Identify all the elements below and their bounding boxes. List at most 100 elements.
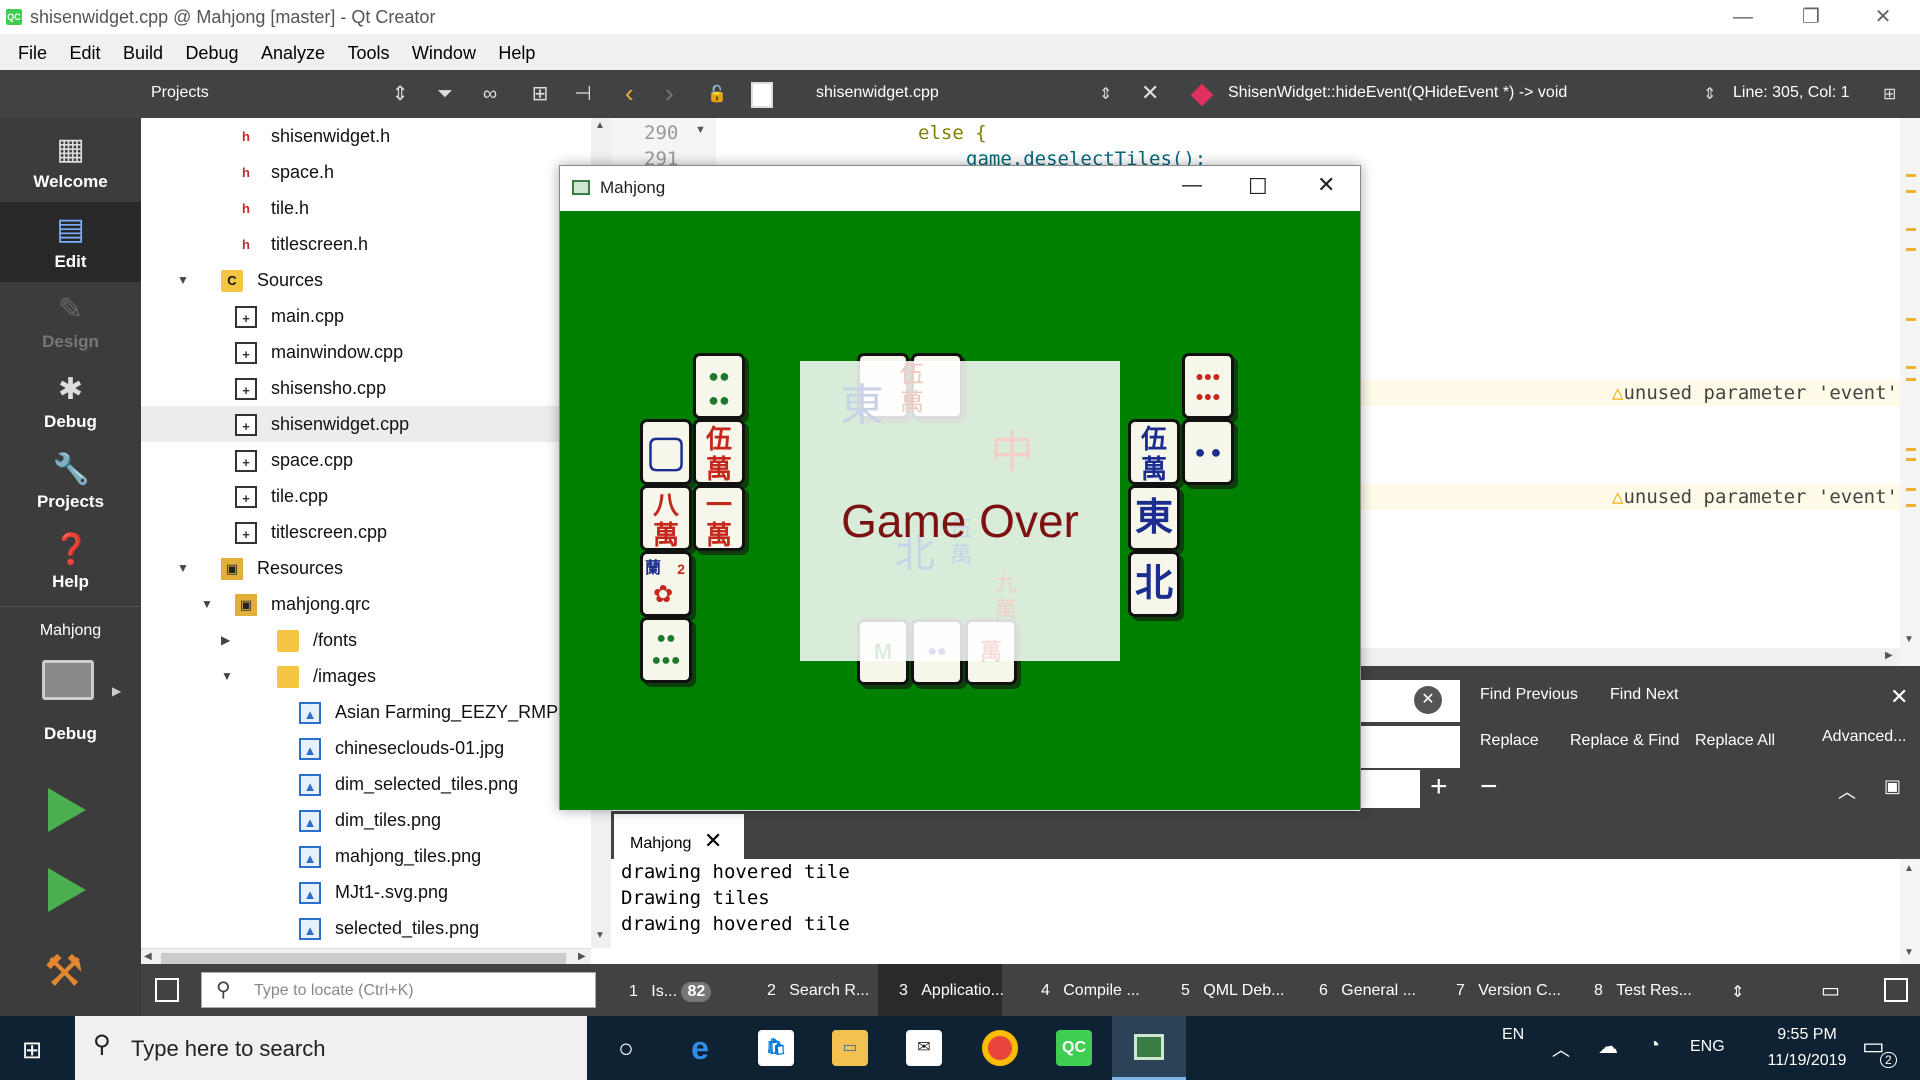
tile-wu-wan[interactable]: 伍 萬 (1128, 419, 1180, 485)
clock-time[interactable]: 9:55 PM (1752, 1026, 1862, 1044)
tile-ba-wan[interactable]: 八 萬 (640, 485, 692, 551)
current-file[interactable]: shisenwidget.cpp (816, 84, 939, 102)
onedrive-icon[interactable]: ☁ (1598, 1034, 1618, 1059)
tree-item[interactable]: ▼ ▣ Resources (141, 550, 591, 586)
menu-analyze[interactable]: Analyze (261, 34, 325, 64)
split-icon[interactable]: ⊞ (526, 80, 554, 108)
find-previous-button[interactable]: Find Previous (1480, 686, 1578, 704)
qt-creator-taskbar-icon[interactable]: QC (1056, 1030, 1092, 1066)
output-scrollbar[interactable]: ▲ ▼ (1900, 859, 1920, 964)
close-find-icon[interactable]: ✕ (1890, 684, 1908, 710)
run-icon[interactable] (48, 788, 86, 832)
mahjong-maximize-icon[interactable]: ☐ (1248, 174, 1268, 200)
tree-item[interactable]: + space.cpp (141, 442, 591, 478)
progress-details-icon[interactable]: ▭ (1821, 978, 1840, 1003)
menu-help[interactable]: Help (498, 34, 535, 64)
expanded-arrow-icon[interactable]: ▼ (177, 550, 189, 586)
advanced-button[interactable]: Advanced... (1822, 728, 1907, 746)
file-dropdown-icon[interactable]: ⇕ (1099, 84, 1112, 104)
tree-item[interactable]: ▶ /fonts (141, 622, 591, 658)
toggle-sidebar-icon[interactable] (155, 978, 179, 1002)
toggle-right-sidebar-icon[interactable] (1884, 978, 1908, 1002)
replace-all-button[interactable]: Replace All (1695, 732, 1775, 750)
link-icon[interactable]: ∞ (476, 80, 504, 108)
mail-icon[interactable]: ✉ (906, 1030, 942, 1066)
pane-issues[interactable]: 1 Is... 82 (629, 982, 712, 1002)
hide-pane-icon[interactable]: ▣ (1884, 776, 1901, 797)
mode-edit[interactable]: ▤ Edit (0, 202, 141, 282)
maximize-pane-icon[interactable]: ︿ (1838, 778, 1856, 804)
tile-east[interactable]: 東 (1128, 485, 1180, 551)
mode-debug[interactable]: ✱ Debug (0, 362, 141, 442)
tree-item[interactable]: ▲ MJt1-.svg.png (141, 874, 591, 910)
pane-version-control[interactable]: 7 Version C... (1456, 982, 1561, 1000)
mode-help[interactable]: ❓ Help (0, 522, 141, 602)
tree-item[interactable]: ▲ dim_tiles.png (141, 802, 591, 838)
menu-debug[interactable]: Debug (185, 34, 238, 64)
tree-item[interactable]: ▼ ▣ mahjong.qrc (141, 586, 591, 622)
panes-scroll-icon[interactable]: ⇕ (1731, 982, 1744, 1002)
game-board[interactable]: ●● ●● ▢ 伍 萬 八 萬 一 萬 蘭 2 ✿ ●● ●●● ●●● ●●●… (560, 211, 1360, 810)
menu-window[interactable]: Window (412, 34, 476, 64)
forward-arrow-icon[interactable]: › (665, 78, 674, 109)
menu-tools[interactable]: Tools (347, 34, 389, 64)
fold-arrow-icon[interactable]: ▼ (695, 124, 706, 136)
language-indicator[interactable]: EN (1502, 1026, 1524, 1044)
close-tab-icon[interactable]: ✕ (704, 828, 722, 853)
tree-item[interactable]: ▲ Asian Farming_EEZY_RMPL-01 (141, 694, 591, 730)
tree-item[interactable]: ▲ dim_selected_tiles.png (141, 766, 591, 802)
output-filter-input[interactable] (1360, 770, 1420, 808)
tree-item[interactable]: + shisensho.cpp (141, 370, 591, 406)
symbol-selector[interactable]: ShisenWidget::hideEvent(QHideEvent *) ->… (1228, 84, 1567, 102)
keyboard-language[interactable]: ENG (1690, 1038, 1725, 1056)
tile-dots[interactable]: ●● ●● (693, 353, 745, 419)
tree-item[interactable]: ▼ C Sources (141, 262, 591, 298)
clear-find-icon[interactable]: ✕ (1414, 686, 1442, 714)
tile-blank[interactable]: ▢ (640, 419, 692, 485)
pane-test-results[interactable]: 8 Test Res... (1594, 982, 1692, 1000)
filter-icon[interactable]: ⏷ (431, 80, 459, 108)
pane-application-output[interactable]: 3 Applicatio... (899, 982, 1004, 1000)
tile-dots[interactable]: ● ● (1182, 419, 1234, 485)
split-editor-icon[interactable]: ⊞ (1883, 84, 1896, 104)
locator-input[interactable]: ⚲ Type to locate (Ctrl+K) (201, 972, 596, 1008)
tile-flower-lan[interactable]: 蘭 2 ✿ (640, 551, 692, 617)
mahjong-taskbar-button[interactable] (1112, 1016, 1186, 1080)
menu-build[interactable]: Build (123, 34, 163, 64)
find-input[interactable] (1360, 680, 1460, 722)
clock-date[interactable]: 11/19/2019 (1742, 1052, 1872, 1070)
mode-projects[interactable]: 🔧 Projects (0, 442, 141, 522)
close-document-icon[interactable]: ✕ (1141, 80, 1159, 106)
tile-dots[interactable]: ●● ●●● (640, 617, 692, 683)
build-hammer-icon[interactable]: ⚒ (44, 946, 83, 997)
replace-input[interactable] (1360, 726, 1460, 768)
tree-item[interactable]: h shisenwidget.h (141, 118, 591, 154)
plus-icon[interactable]: + (1430, 770, 1448, 804)
file-explorer-icon[interactable]: ▭ (832, 1030, 868, 1066)
mahjong-close-icon[interactable]: ✕ (1317, 172, 1335, 198)
tree-item[interactable]: + tile.cpp (141, 478, 591, 514)
pane-qml-debugger[interactable]: 5 QML Deb... (1181, 982, 1284, 1000)
show-hidden-icons-icon[interactable]: ︿ (1552, 1036, 1570, 1062)
lock-icon[interactable]: 🔓 (707, 84, 727, 104)
editor-horizontal-scrollbar[interactable]: ▶ (1360, 648, 1900, 666)
tile-yi-wan[interactable]: 一 萬 (693, 485, 745, 551)
mode-design[interactable]: ✎ Design (0, 282, 141, 362)
find-next-button[interactable]: Find Next (1610, 686, 1678, 704)
menu-edit[interactable]: Edit (69, 34, 100, 64)
tree-item[interactable]: + titlescreen.cpp (141, 514, 591, 550)
tree-item[interactable]: h space.h (141, 154, 591, 190)
output-tab-mahjong[interactable]: Mahjong ✕ (614, 814, 744, 859)
tile-north[interactable]: 北 (1128, 551, 1180, 617)
expanded-arrow-icon[interactable]: ▼ (177, 262, 189, 298)
updown-icon[interactable]: ⇕ (386, 80, 414, 108)
minimize-icon[interactable]: — (1715, 0, 1771, 34)
tree-item[interactable]: + main.cpp (141, 298, 591, 334)
symbol-dropdown-icon[interactable]: ⇕ (1703, 84, 1716, 104)
pane-search-results[interactable]: 2 Search R... (767, 982, 869, 1000)
tile-wu-wan[interactable]: 伍 萬 (693, 419, 745, 485)
tree-item[interactable]: ▲ mahjong_tiles.png (141, 838, 591, 874)
tree-item[interactable]: + shisenwidget.cpp (141, 406, 591, 442)
expanded-arrow-icon[interactable]: ▼ (201, 586, 213, 622)
cursor-position[interactable]: Line: 305, Col: 1 (1733, 84, 1850, 102)
